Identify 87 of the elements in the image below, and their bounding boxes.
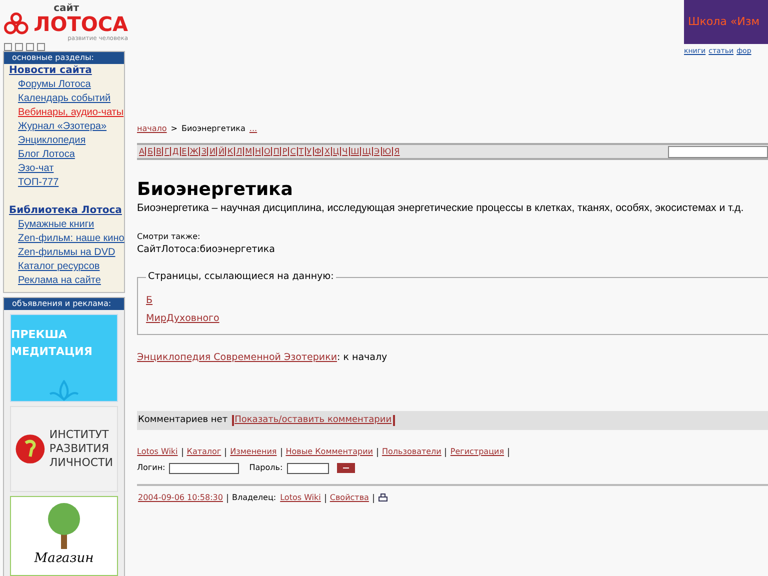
search-field[interactable] xyxy=(668,146,768,158)
owner-label: Владелец: xyxy=(232,492,276,504)
alphabet-link[interactable]: Ж xyxy=(190,146,198,158)
breadcrumb-current: Биоэнергетика xyxy=(181,123,246,135)
sidebar-link[interactable]: Бумажные книги xyxy=(18,218,94,232)
breadcrumb-link[interactable]: начало xyxy=(137,123,167,135)
footer-link[interactable]: Регистрация xyxy=(450,446,504,458)
institute-banner[interactable]: ИНСТИТУТ РАЗВИТИЯ ЛИЧНОСТИ xyxy=(10,406,118,492)
alphabet-link[interactable]: М xyxy=(245,146,252,158)
print-icon[interactable] xyxy=(378,493,388,503)
alphabet-link[interactable]: К xyxy=(227,146,234,158)
properties-link[interactable]: Свойства xyxy=(330,492,369,504)
login-label: Логин: xyxy=(137,462,166,474)
alphabet-link[interactable]: Й xyxy=(218,146,224,158)
to-start-text: : к началу xyxy=(337,350,388,365)
alphabet-link[interactable]: Ч xyxy=(342,146,348,158)
comments-link[interactable]: Показать/оставить комментарии xyxy=(234,414,392,428)
alphabet-link[interactable]: У xyxy=(306,146,312,158)
article-title: Биоэнергетика xyxy=(137,179,294,201)
alphabet-link[interactable]: Щ xyxy=(362,146,371,158)
alphabet-link[interactable]: Р xyxy=(282,146,288,158)
alphabet-link[interactable]: Н xyxy=(255,146,262,158)
sidebar-link[interactable]: Вебинары, аудио-чаты xyxy=(18,106,124,120)
alphabet-link[interactable]: Ю xyxy=(382,146,392,158)
alphabet-link[interactable]: П xyxy=(273,146,280,158)
alphabet-link[interactable]: А xyxy=(139,146,144,158)
logo-text: ЛОТОСА xyxy=(34,14,128,34)
alphabet-link[interactable]: С xyxy=(290,146,296,158)
alphabet-link[interactable]: Ф xyxy=(314,146,322,158)
alphabet-link[interactable]: В xyxy=(156,146,162,158)
backlinks-legend: Страницы, ссылающиеся на данную: xyxy=(146,270,336,284)
login-button[interactable] xyxy=(336,463,355,473)
article-text: Биоэнергетика – научная дисциплина, исследующая энергетические процессы в клетках, тканях, особях, экосистемах и т.д. xyxy=(137,201,744,216)
sidebar-link[interactable]: Каталог ресурсов xyxy=(18,260,100,274)
alphabet-link[interactable]: Е xyxy=(182,146,187,158)
alphabet-link[interactable]: Х xyxy=(324,146,330,158)
alphabet-link[interactable]: О xyxy=(264,146,270,158)
footer-link[interactable]: Lotos Wiki xyxy=(137,446,178,458)
backlink[interactable]: МирДуховного xyxy=(146,312,220,326)
backlink[interactable]: Б xyxy=(146,294,153,308)
login-field[interactable] xyxy=(169,462,240,474)
banner-text: ИНСТИТУТ РАЗВИТИЯ ЛИЧНОСТИ xyxy=(49,428,113,470)
breadcrumb-more-link[interactable]: ... xyxy=(249,123,258,135)
alphabet-link[interactable]: Ц xyxy=(332,146,340,158)
alphabet-link[interactable]: Л xyxy=(236,146,242,158)
alphabet-link[interactable]: Я xyxy=(394,146,400,158)
footer-link[interactable]: Новые Комментарии xyxy=(286,446,373,458)
banner-text: ПРЕКША МЕДИТАЦИЯ xyxy=(11,327,94,360)
sidebar-link[interactable]: Zen-фильм: наше кино xyxy=(18,232,124,246)
sidebar-link[interactable]: Zen-фильмы на DVD xyxy=(18,246,116,260)
sidebar-heading: объявления и реклама: xyxy=(4,298,124,310)
see-also-text: СайтЛотоса:биоэнергетика xyxy=(137,242,276,257)
alphabet-link[interactable]: Д xyxy=(172,146,179,158)
school-banner[interactable]: Школа «Изм xyxy=(684,0,768,44)
sidebar-link[interactable]: Эзо-чат xyxy=(18,162,54,176)
banner-text: Школа «Изм xyxy=(688,14,760,30)
alphabet-link[interactable]: Ш xyxy=(350,146,360,158)
alphabet-link[interactable]: Т xyxy=(298,146,304,158)
alphabet-link[interactable]: И xyxy=(209,146,216,158)
see-also-label: Смотри также: xyxy=(137,230,202,243)
alphabet-link[interactable]: З xyxy=(201,146,206,158)
footer-link[interactable]: Пользователи xyxy=(382,446,442,458)
sidebar-section-link[interactable]: Библиотека Лотоса xyxy=(4,204,124,218)
sidebar-heading: основные разделы: xyxy=(4,52,124,64)
footer-link[interactable]: Каталог xyxy=(186,446,222,458)
breadcrumb-separator: > xyxy=(170,123,178,135)
sidebar-link[interactable]: Энциклопедия xyxy=(18,134,86,148)
sidebar-link[interactable]: Журнал «Эзотера» xyxy=(18,120,107,134)
sidebar-section-link[interactable]: Новости сайта xyxy=(4,64,124,78)
comments-text: Комментариев нет xyxy=(138,414,228,427)
shop-banner[interactable]: Магазин xyxy=(10,496,118,576)
password-label: Пароль: xyxy=(249,462,283,474)
alphabet-link[interactable]: Б xyxy=(147,146,153,158)
date-link[interactable]: 2004-09-06 10:58:30 xyxy=(138,492,223,504)
banner-text: Магазин xyxy=(34,550,94,568)
logo-small-text: сайт xyxy=(52,4,80,14)
password-field[interactable] xyxy=(286,462,329,474)
alphabet-link[interactable]: Э xyxy=(374,146,380,158)
sidebar-link[interactable]: Реклама на сайте xyxy=(18,274,101,288)
sidebar-link[interactable]: Блог Лотоса xyxy=(18,148,75,162)
alphabet-link[interactable]: Г xyxy=(164,146,170,158)
footer-link[interactable]: Изменения xyxy=(230,446,277,458)
sidebar-link[interactable]: ТОП-777 xyxy=(18,176,59,190)
owner-link[interactable]: Lotos Wiki xyxy=(280,492,321,504)
sidebar-link[interactable]: Календарь событий xyxy=(18,92,111,106)
sidebar-link[interactable]: Форумы Лотоса xyxy=(18,78,91,92)
encyclopedia-link[interactable]: Энциклопедия Современной Эзотерики xyxy=(137,350,337,365)
